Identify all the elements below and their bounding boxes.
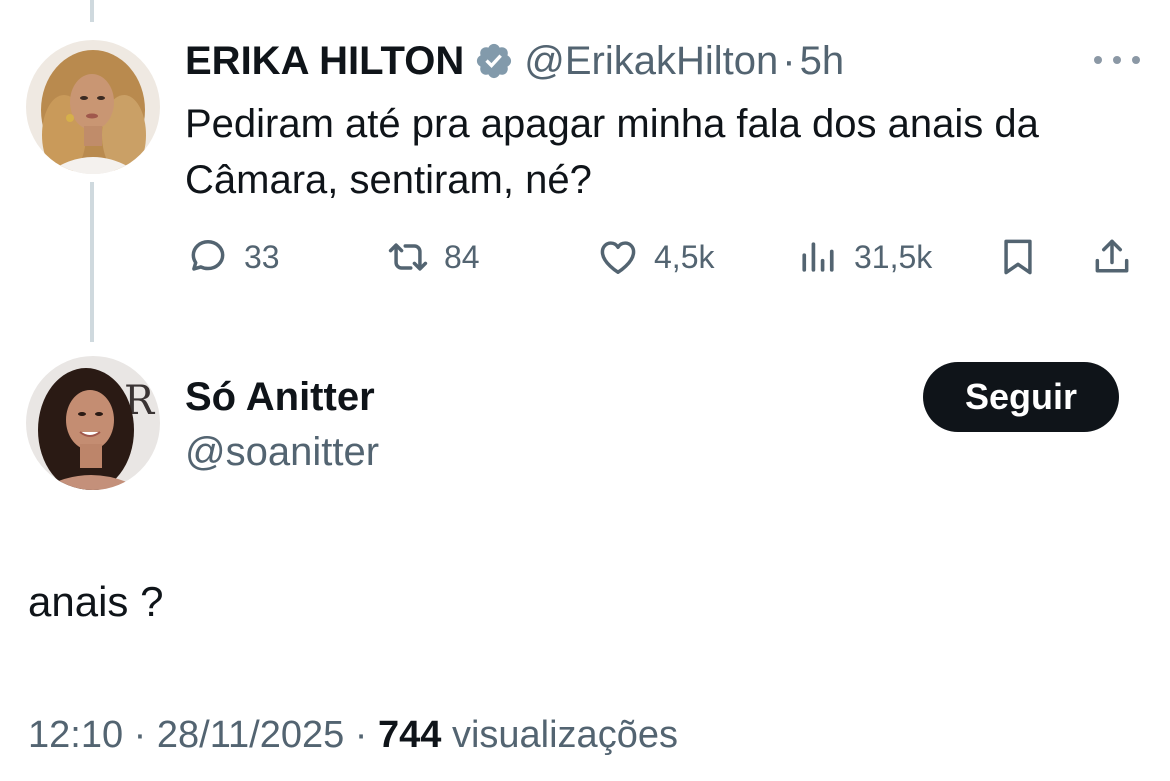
reply-icon (191, 240, 225, 271)
views-button[interactable]: 31,5k (796, 232, 932, 282)
tweet-text: Pediram até pra apagar minha fala dos an… (185, 102, 1039, 202)
tweet-meta: 12:10 · 28/11/2025 · 744 visualizações (28, 710, 678, 760)
separator-dot: · (782, 38, 796, 83)
tweet-time[interactable]: 5h (800, 39, 845, 84)
bookmark-icon (1004, 239, 1032, 275)
more-options-icon[interactable] (1094, 52, 1140, 68)
verified-badge-icon (474, 41, 514, 81)
avatar-anitta[interactable]: R (26, 356, 160, 490)
reply-count: 33 (244, 238, 280, 275)
avatar-image: R (26, 356, 160, 490)
reply-author-handle[interactable]: @soanitter (185, 427, 379, 477)
tweet-actions: 33 84 4,5k 31,5k (0, 232, 1170, 282)
tweet-timestamp[interactable]: 12:10 · 28/11/2025 · (28, 714, 378, 756)
views-count: 31,5k (854, 238, 933, 275)
follow-button[interactable]: Seguir (923, 362, 1119, 432)
reply-author-name[interactable]: Só Anitter (185, 372, 375, 422)
share-button[interactable] (1090, 232, 1134, 282)
retweet-icon (388, 243, 428, 271)
share-icon (1095, 239, 1129, 273)
retweet-count: 84 (444, 238, 480, 275)
reply-tweet-text: anais ? (28, 578, 164, 625)
views-chart-icon (802, 242, 834, 272)
author-handle[interactable]: @ErikakHilton (524, 39, 778, 84)
views-label: visualizações (441, 714, 678, 756)
reply-button[interactable]: 33 (186, 232, 280, 282)
retweet-button[interactable]: 84 (386, 232, 480, 282)
heart-icon (600, 241, 636, 274)
avatar-erika[interactable] (26, 40, 160, 174)
bookmark-button[interactable] (996, 232, 1040, 282)
author-name[interactable]: ERIKA HILTON (185, 39, 464, 84)
like-button[interactable]: 4,5k (596, 232, 714, 282)
like-count: 4,5k (654, 238, 715, 275)
tweet-header: ERIKA HILTON @ErikakHilton · 5h (185, 36, 844, 86)
avatar-image (26, 40, 160, 174)
thread-line-top (90, 0, 94, 22)
views-total: 744 (378, 714, 442, 756)
